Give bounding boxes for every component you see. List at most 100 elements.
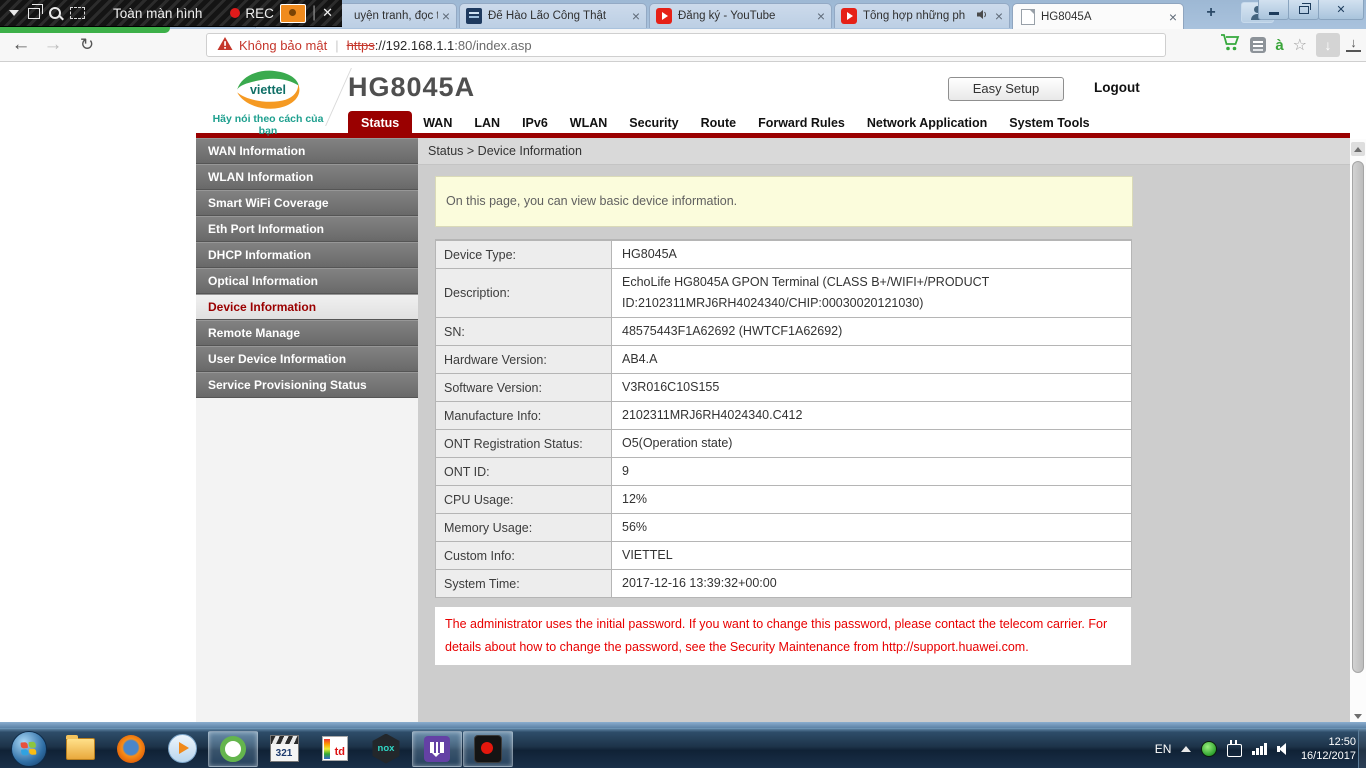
volume-icon[interactable] (1276, 742, 1291, 755)
download-active-icon[interactable]: ↓ (1316, 33, 1340, 57)
nav-item[interactable]: Status (348, 111, 413, 133)
table-row-label: Manufacture Info: (436, 402, 612, 429)
back-button[interactable]: ← (8, 31, 34, 59)
browser-tab[interactable]: Đăng ký - YouTube × (649, 3, 832, 28)
frame-scrollbar[interactable] (1350, 139, 1366, 722)
tab-audio-icon[interactable] (976, 9, 988, 23)
signal-strength-icon[interactable] (1252, 742, 1267, 755)
tab-close-icon[interactable]: × (1169, 10, 1177, 24)
extension-icons: à ☆ ↓ (1220, 32, 1340, 58)
mpc-hc-icon[interactable]: 321 (259, 731, 309, 767)
scrollbar-thumb[interactable] (1352, 161, 1364, 673)
nav-item[interactable]: Forward Rules (747, 112, 856, 133)
nav-item[interactable]: LAN (463, 112, 511, 133)
tab-favicon-icon (656, 8, 672, 24)
accent-typing-icon[interactable]: à (1275, 37, 1283, 54)
tab-close-icon[interactable]: × (817, 9, 825, 23)
coccoc-browser-icon[interactable] (208, 730, 258, 767)
table-row: Memory Usage: 56% (436, 513, 1131, 541)
sidebar-item[interactable]: Optical Information (196, 268, 418, 294)
nav-item[interactable]: Route (690, 112, 747, 133)
recorder-window-icon[interactable] (28, 3, 43, 19)
security-warning-icon (217, 36, 233, 54)
recorder-close-icon[interactable]: ✕ (322, 5, 333, 21)
nav-item[interactable]: WAN (412, 112, 463, 133)
language-indicator[interactable]: EN (1155, 742, 1172, 756)
logo-text: viettel (250, 83, 286, 97)
tray-app-icon[interactable] (1201, 740, 1218, 757)
scroll-up-icon[interactable] (1351, 142, 1365, 156)
screen-recorder-icon[interactable] (463, 730, 513, 767)
bookmark-star-icon[interactable]: ☆ (1293, 35, 1307, 55)
url-path: :80/index.asp (454, 37, 532, 53)
forward-button[interactable]: → (40, 31, 66, 59)
nav-item[interactable]: Security (618, 112, 689, 133)
nav-item[interactable]: System Tools (998, 112, 1100, 133)
url-host: ://192.168.1.1 (374, 37, 455, 53)
twitch-icon[interactable] (412, 730, 462, 767)
nav-item[interactable]: IPv6 (511, 112, 559, 133)
tab-close-icon[interactable]: × (632, 9, 640, 23)
network-plug-icon[interactable] (1227, 739, 1243, 757)
nox-emulator-icon[interactable]: nox (361, 731, 411, 767)
translate-icon[interactable] (1250, 37, 1267, 53)
tab-title: Tổng hợp những ph (863, 10, 966, 22)
screenshot-camera-button[interactable] (279, 3, 306, 23)
new-tab-button[interactable]: + (1198, 4, 1224, 22)
table-row-label: ONT ID: (436, 458, 612, 485)
table-row-label: System Time: (436, 570, 612, 597)
screen-recorder-overlay: Toàn màn hình REC | ✕ (0, 0, 342, 27)
sidebar-item[interactable]: WLAN Information (196, 164, 418, 190)
recorder-dropdown-icon[interactable] (9, 10, 19, 16)
table-row: Manufacture Info: 2102311MRJ6RH4024340.C… (436, 401, 1131, 429)
show-desktop-button[interactable] (1358, 729, 1366, 768)
browser-tab[interactable]: Tổng hợp những ph × (834, 3, 1010, 28)
firefox-icon[interactable] (106, 731, 156, 767)
mtd-player-icon[interactable]: td (310, 731, 360, 767)
sidebar-item[interactable]: Smart WiFi Coverage (196, 190, 418, 216)
tab-title: Đăng ký - YouTube (678, 10, 776, 22)
router-app: viettel Hãy nói theo cách của bạn HG8045… (196, 62, 1350, 722)
sidebar-item[interactable]: Eth Port Information (196, 216, 418, 242)
file-explorer-icon[interactable] (55, 731, 105, 767)
info-note: On this page, you can view basic device … (435, 176, 1133, 227)
table-row-value: 9 (622, 464, 629, 478)
table-row-label: Custom Info: (436, 542, 612, 569)
nav-item[interactable]: WLAN (559, 112, 619, 133)
device-info-table: Device Type: HG8045A Description: EchoLi… (435, 239, 1132, 598)
address-bar[interactable]: Không bảo mật | https ://192.168.1.1 :80… (206, 33, 1166, 57)
table-row-label: ONT Registration Status: (436, 430, 612, 457)
sidebar-item[interactable]: Remote Manage (196, 320, 418, 346)
tray-expand-icon[interactable] (1181, 745, 1192, 752)
sidebar-item[interactable]: DHCP Information (196, 242, 418, 268)
recorder-mode-label: Toàn màn hình (113, 5, 203, 21)
sidebar-item[interactable]: WAN Information (196, 138, 418, 164)
scroll-down-icon[interactable] (1354, 714, 1362, 719)
sidebar-item[interactable]: User Device Information (196, 346, 418, 372)
recorder-region-icon[interactable] (70, 7, 85, 19)
sidebar-item[interactable]: Device Information (196, 294, 418, 320)
downloads-button[interactable]: ↓ (1346, 35, 1361, 52)
easy-setup-button[interactable]: Easy Setup (948, 77, 1064, 101)
restore-button[interactable] (1288, 0, 1319, 20)
table-row-label: Memory Usage: (436, 514, 612, 541)
recorder-zoom-icon[interactable] (49, 7, 61, 19)
start-button[interactable] (4, 730, 54, 767)
table-row-label: Hardware Version: (436, 346, 612, 373)
tab-close-icon[interactable]: × (995, 9, 1003, 23)
cart-icon[interactable] (1220, 33, 1241, 57)
screen: uyện tranh, đọc t × Đế Hào Lão Công Thật… (0, 0, 1366, 768)
sidebar-item[interactable]: Service Provisioning Status (196, 372, 418, 398)
nav-item[interactable]: Network Application (856, 112, 998, 133)
media-player-icon[interactable] (157, 731, 207, 767)
browser-tab[interactable]: Đế Hào Lão Công Thật × (459, 3, 647, 28)
close-button[interactable]: ✕ (1318, 0, 1364, 20)
clock[interactable]: 12:50 16/12/2017 (1301, 735, 1356, 763)
logout-button[interactable]: Logout (1094, 80, 1140, 95)
browser-tab[interactable]: HG8045A × (1012, 3, 1184, 29)
table-row-value: 2017-12-16 13:39:32+00:00 (622, 576, 777, 590)
recording-dot-icon (230, 8, 241, 18)
reload-button[interactable]: ↻ (74, 31, 100, 59)
minimize-button[interactable] (1258, 0, 1289, 20)
tab-close-icon[interactable]: × (442, 9, 450, 23)
